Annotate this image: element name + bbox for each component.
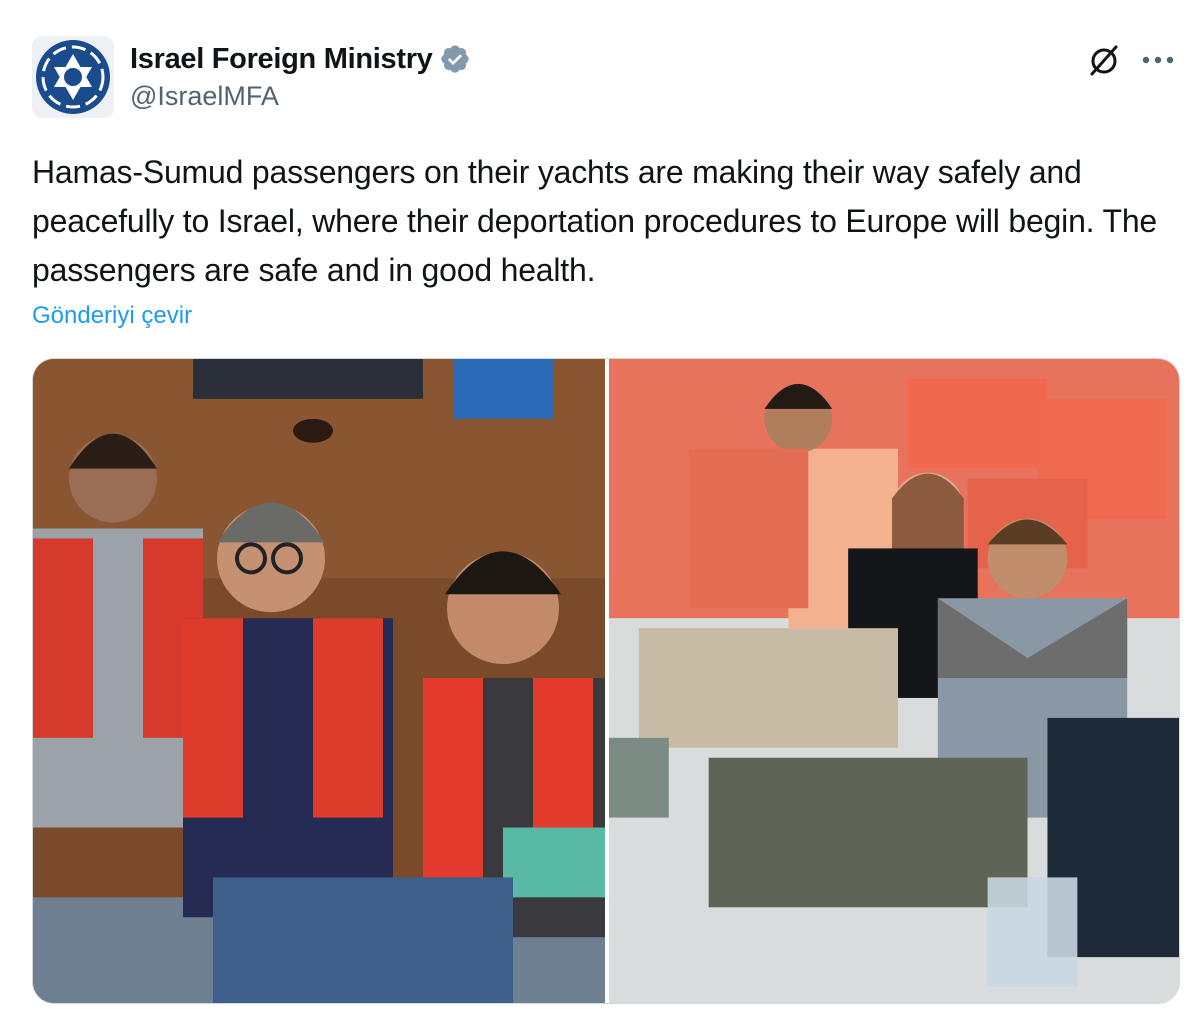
more-dots-icon	[1142, 56, 1174, 64]
tweet-header: Israel Foreign Ministry @IsraelMFA	[32, 36, 471, 118]
grok-button[interactable]	[1084, 40, 1124, 80]
photo-men-in-life-vests[interactable]	[33, 359, 605, 1003]
grok-icon	[1090, 45, 1118, 76]
verified-badge-icon[interactable]	[439, 43, 471, 75]
boat-cabin-photo	[33, 359, 605, 1003]
tweet-card[interactable]: Israel Foreign Ministry @IsraelMFA Hamas…	[0, 0, 1200, 1009]
author-info: Israel Foreign Ministry @IsraelMFA	[130, 41, 471, 113]
tweet-top-actions	[1084, 40, 1178, 80]
display-name-row: Israel Foreign Ministry	[130, 41, 471, 77]
author-handle[interactable]: @IsraelMFA	[130, 79, 471, 113]
media-grid	[32, 358, 1180, 1004]
translate-post-link[interactable]: Gönderiyi çevir	[32, 300, 192, 332]
star-of-david-logo	[36, 40, 110, 114]
more-options-button[interactable]	[1138, 40, 1178, 80]
photo-people-on-deck[interactable]	[609, 359, 1179, 1003]
display-name[interactable]: Israel Foreign Ministry	[130, 41, 433, 77]
deck-photo	[609, 359, 1179, 1003]
tweet-text: Hamas-Sumud passengers on their yachts a…	[32, 154, 1158, 288]
avatar[interactable]	[32, 36, 114, 118]
